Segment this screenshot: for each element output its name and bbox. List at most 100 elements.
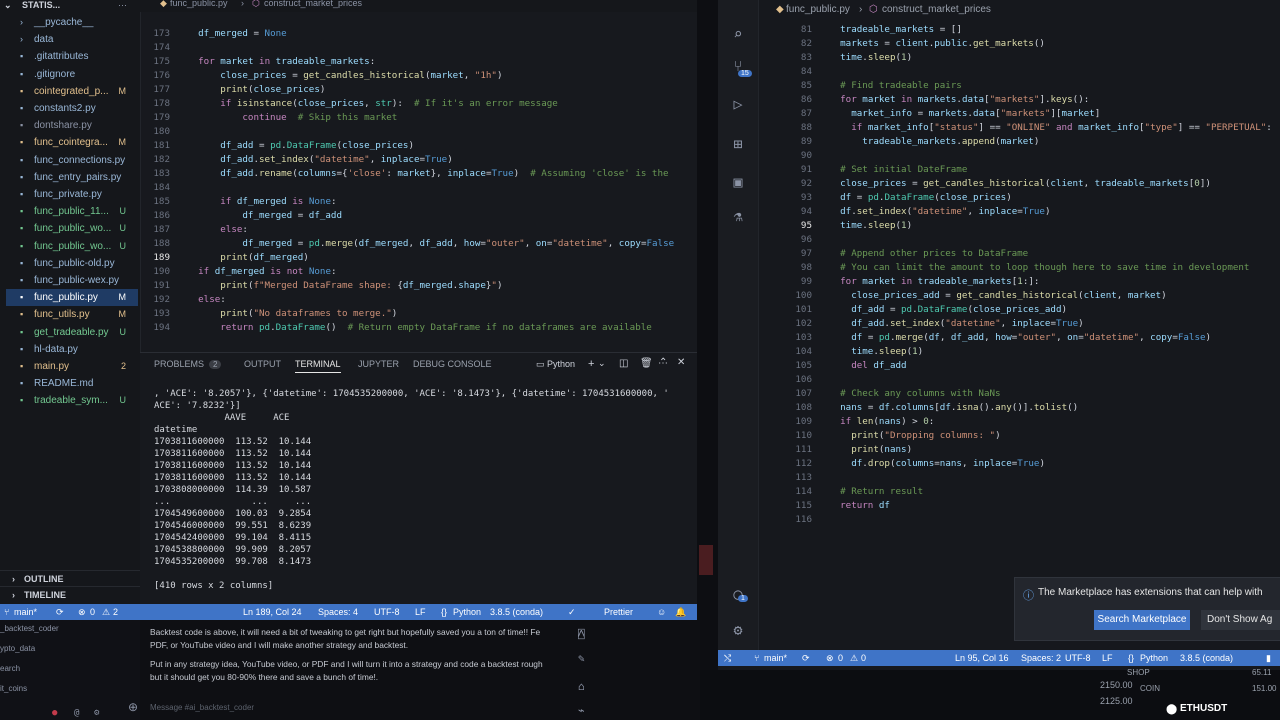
breadcrumb-file[interactable]: func_public.py <box>786 4 850 15</box>
cursor-position[interactable]: Ln 95, Col 16 <box>955 650 1009 666</box>
code-line[interactable]: 93 df = pd.DataFrame(close_prices) <box>758 191 1280 205</box>
line-ending[interactable]: LF <box>1102 650 1113 666</box>
panel-tab[interactable]: OUTPUT <box>244 359 281 369</box>
code-line[interactable]: 98 # You can limit the amount to loop th… <box>758 261 1280 275</box>
code-line[interactable]: 194 return pd.DataFrame() # Return empty… <box>140 321 697 335</box>
search-marketplace-button[interactable]: Search Marketplace <box>1094 610 1190 630</box>
file-item[interactable]: ▪ get_tradeable.py U <box>6 324 138 341</box>
search-icon[interactable]: ⌕ <box>728 24 748 44</box>
panel-tab[interactable]: TERMINAL <box>295 359 341 373</box>
code-line[interactable]: 186 df_merged = df_add <box>140 209 697 223</box>
code-line[interactable]: 193 print("No dataframes to merge.") <box>140 307 697 321</box>
code-line[interactable]: 105 del df_add <box>758 359 1280 373</box>
edit-icon[interactable]: ✎ <box>578 652 585 665</box>
code-line[interactable]: 91 # Set initial DateFrame <box>758 163 1280 177</box>
add-icon[interactable]: ⊕ <box>128 700 138 714</box>
file-item[interactable]: ▪ func_connections.py <box>6 152 138 169</box>
outline-section[interactable]: › OUTLINE <box>0 570 140 586</box>
file-item[interactable]: ▪ func_public.py M <box>6 289 138 307</box>
remote-icon[interactable]: ⤭ <box>724 650 731 666</box>
terminal-shell-selector[interactable]: ▭ Python <box>536 359 575 370</box>
code-line[interactable]: 185 if df_merged is None: <box>140 195 697 209</box>
file-item[interactable]: ▪ .gitignore <box>6 66 138 83</box>
indentation[interactable]: Spaces: 2 <box>1021 650 1061 666</box>
code-line[interactable]: 111 print(nans) <box>758 443 1280 457</box>
code-line[interactable]: 103 df = pd.merge(df, df_add, how="outer… <box>758 331 1280 345</box>
code-line[interactable]: 100 close_prices_add = get_candles_histo… <box>758 289 1280 303</box>
code-line[interactable]: 176 close_prices = get_candles_historica… <box>140 69 697 83</box>
code-line[interactable]: 191 print(f"Merged DataFrame shape: {df_… <box>140 279 697 293</box>
file-item[interactable]: ▪ func_entry_pairs.py <box>6 169 138 186</box>
timeline-section[interactable]: › TIMELINE <box>0 586 140 602</box>
code-line[interactable]: 86 for market in markets.data["markets"]… <box>758 93 1280 107</box>
code-line[interactable]: 82 markets = client.public.get_markets() <box>758 37 1280 51</box>
code-line[interactable]: 87 market_info = markets.data["markets"]… <box>758 107 1280 121</box>
symbol-label[interactable]: ETHUSDT <box>1180 703 1227 714</box>
code-line[interactable]: 189 print(df_merged) <box>140 251 697 265</box>
testing-icon[interactable]: ⚗ <box>728 206 748 226</box>
bookmark-icon[interactable]: ⍓ <box>578 628 585 641</box>
code-line[interactable]: 84 <box>758 65 1280 79</box>
branch-name[interactable]: main* <box>14 604 37 620</box>
code-line[interactable]: 83 time.sleep(1) <box>758 51 1280 65</box>
code-line[interactable]: 85 # Find tradeable pairs <box>758 79 1280 93</box>
panel-tab[interactable]: JUPYTER <box>358 359 399 369</box>
warning-count[interactable]: 0 <box>861 650 866 666</box>
file-item[interactable]: ▪ func_public_wo... U <box>6 220 138 237</box>
code-line[interactable]: 187 else: <box>140 223 697 237</box>
remote-explorer-icon[interactable]: ▣ <box>728 172 748 192</box>
code-line[interactable]: 102 df_add.set_index("datetime", inplace… <box>758 317 1280 331</box>
file-item[interactable]: › data <box>6 31 138 48</box>
maximize-panel-icon[interactable]: ⌃ <box>659 357 667 368</box>
close-panel-icon[interactable]: ✕ <box>677 357 685 368</box>
code-line[interactable]: 188 df_merged = pd.merge(df_merged, df_a… <box>140 237 697 251</box>
code-line[interactable]: 109 if len(nans) > 0: <box>758 415 1280 429</box>
code-line[interactable]: 184 <box>140 181 697 195</box>
code-line[interactable]: 104 time.sleep(1) <box>758 345 1280 359</box>
channel-item[interactable]: ypto_data <box>0 644 35 653</box>
breadcrumb-file[interactable]: func_public.py <box>170 0 228 8</box>
file-item[interactable]: ▪ func_public_11... U <box>6 203 138 220</box>
code-line[interactable]: 180 <box>140 125 697 139</box>
panel-tab[interactable]: PROBLEMS 2 <box>154 359 222 369</box>
code-line[interactable]: 115 return df <box>758 499 1280 513</box>
code-line[interactable]: 114 # Return result <box>758 485 1280 499</box>
file-item[interactable]: ▪ func_public_wo... U <box>6 238 138 255</box>
code-line[interactable]: 179 continue # Skip this market <box>140 111 697 125</box>
error-count[interactable]: 0 <box>838 650 843 666</box>
code-line[interactable]: 175 for market in tradeable_markets: <box>140 55 697 69</box>
code-line[interactable]: 182 df_add.set_index("datetime", inplace… <box>140 153 697 167</box>
run-debug-icon[interactable]: ▷ <box>728 94 748 114</box>
code-line[interactable]: 90 <box>758 149 1280 163</box>
file-item[interactable]: ▪ func_private.py <box>6 186 138 203</box>
bell-icon[interactable]: 🔔 <box>675 604 686 620</box>
file-item[interactable]: ▪ tradeable_sym... U <box>6 392 138 409</box>
channel-item[interactable]: earch <box>0 664 20 673</box>
more-icon[interactable]: ⋯ <box>118 0 127 11</box>
extensions-icon[interactable]: ⊞ <box>728 134 748 154</box>
panel-tab[interactable]: DEBUG CONSOLE <box>413 359 492 369</box>
at-icon[interactable]: @ <box>74 708 79 718</box>
code-line[interactable]: 106 <box>758 373 1280 387</box>
trash-icon[interactable]: 🗑 <box>640 358 653 369</box>
file-item[interactable]: ▪ constants2.py <box>6 100 138 117</box>
sync-icon[interactable]: ⟳ <box>56 604 64 620</box>
code-line[interactable]: 92 close_prices = get_candles_historical… <box>758 177 1280 191</box>
language-mode[interactable]: Python <box>1140 650 1168 666</box>
file-item[interactable]: ▪ README.md <box>6 375 138 392</box>
file-item[interactable]: › __pycache__ <box>6 14 138 31</box>
chevron-down-icon[interactable]: ⌄ <box>598 358 606 369</box>
file-item[interactable]: ▪ cointegrated_p... M <box>6 83 138 100</box>
code-line[interactable]: 183 df_add.rename(columns={'close': mark… <box>140 167 697 181</box>
sync-icon[interactable]: ⟳ <box>802 650 810 666</box>
account-icon[interactable]: ☺ <box>657 604 666 620</box>
indentation[interactable]: Spaces: 4 <box>318 604 358 620</box>
code-line[interactable]: 173 df_merged = None <box>140 27 697 41</box>
interpreter[interactable]: 3.8.5 (conda) <box>1180 650 1233 666</box>
code-editor[interactable]: 173 df_merged = None 174 175 for market in… <box>140 27 697 347</box>
gear-icon[interactable]: ⚙ <box>94 708 99 718</box>
code-line[interactable]: 190 if df_merged is not None: <box>140 265 697 279</box>
bell-icon[interactable]: ▮ <box>1266 650 1271 666</box>
formatter[interactable]: Prettier <box>604 604 633 620</box>
code-line[interactable]: 178 if isinstance(close_prices, str): # … <box>140 97 697 111</box>
